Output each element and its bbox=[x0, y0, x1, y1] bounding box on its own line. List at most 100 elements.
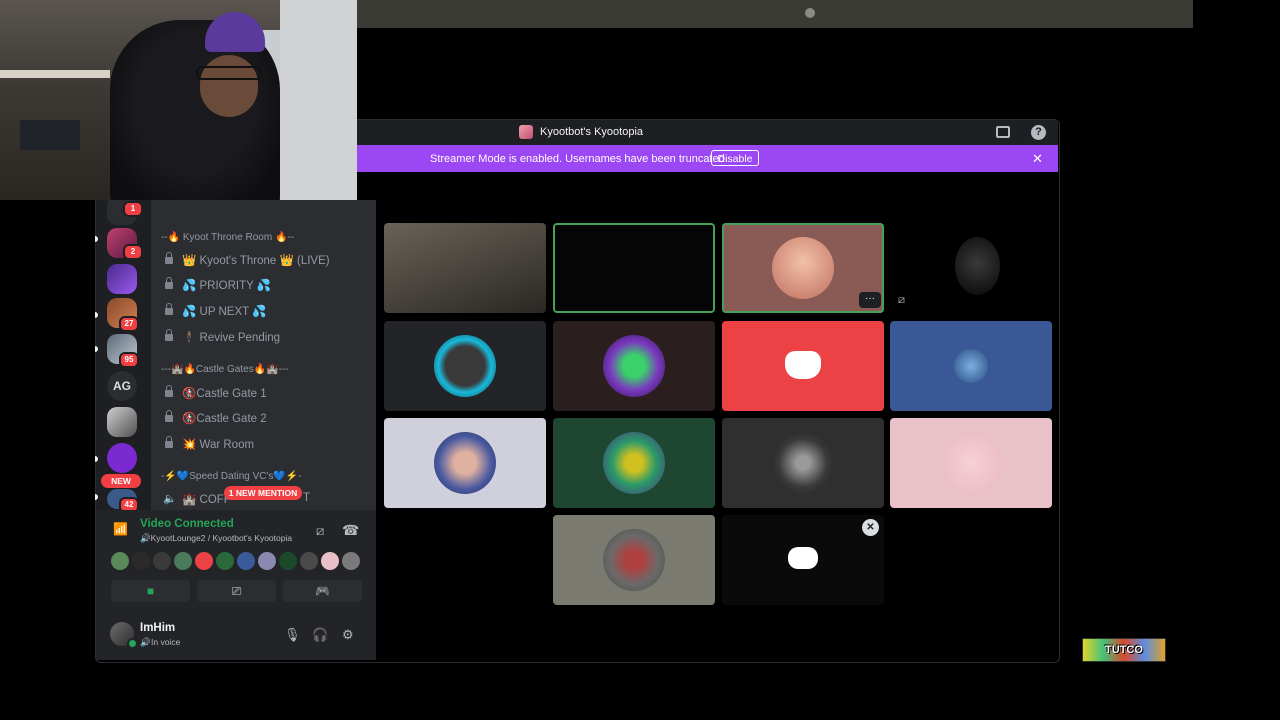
category-header[interactable]: -⚡💙Speed Dating VC's💙⚡- bbox=[161, 471, 302, 482]
user-status: In voice bbox=[151, 637, 181, 647]
monitor bbox=[20, 120, 80, 150]
server-badge: 95 bbox=[119, 352, 139, 368]
noise-suppression-off-icon[interactable]: ⧄ bbox=[316, 523, 324, 539]
discord-logo-icon bbox=[785, 351, 821, 379]
banner-close-icon[interactable]: ✕ bbox=[1032, 151, 1043, 167]
lock-icon bbox=[165, 277, 173, 289]
lock-icon bbox=[165, 252, 173, 264]
user-panel bbox=[96, 616, 376, 660]
server-icon[interactable] bbox=[107, 407, 137, 437]
speaker-icon: 🔈 bbox=[163, 493, 177, 505]
channel-item[interactable]: 🚷Castle Gate 2 bbox=[182, 411, 267, 425]
inbox-icon[interactable] bbox=[996, 126, 1010, 138]
more-options-icon[interactable]: ··· bbox=[859, 292, 881, 308]
participant-avatar[interactable] bbox=[300, 552, 318, 570]
participant-avatar[interactable] bbox=[279, 552, 297, 570]
gamepad-icon bbox=[788, 547, 818, 569]
channel-list bbox=[151, 200, 376, 510]
video-tile-avatar[interactable] bbox=[384, 321, 546, 411]
signal-icon[interactable]: 📶 bbox=[113, 522, 129, 536]
participant-avatar bbox=[772, 237, 834, 299]
participant-avatar[interactable] bbox=[342, 552, 360, 570]
server-icon-text[interactable]: AG bbox=[107, 371, 137, 401]
channel-item[interactable]: 💥 War Room bbox=[182, 437, 254, 451]
server-badge: 2 bbox=[123, 244, 143, 260]
channel-item[interactable]: 💦 PRIORITY 💦 bbox=[182, 278, 271, 292]
video-tile-avatar[interactable] bbox=[553, 321, 715, 411]
muted-icon: ⧄ bbox=[898, 294, 905, 306]
tiger-avatar-icon bbox=[954, 349, 988, 383]
category-header[interactable]: --🔥 Kyoot Throne Room 🔥-- bbox=[161, 232, 294, 243]
lock-icon bbox=[165, 329, 173, 341]
participant-avatar bbox=[940, 432, 1002, 494]
participant-avatar bbox=[955, 237, 1000, 295]
participant-avatar[interactable] bbox=[174, 552, 192, 570]
video-tile-avatar[interactable] bbox=[890, 418, 1052, 508]
lock-icon bbox=[165, 385, 173, 397]
participant-avatar[interactable] bbox=[216, 552, 234, 570]
face bbox=[200, 55, 258, 117]
channel-item-tail: T bbox=[303, 492, 311, 504]
participant-avatar[interactable] bbox=[321, 552, 339, 570]
window-title: Kyootbot's Kyootopia bbox=[540, 126, 644, 138]
wall bbox=[280, 0, 357, 200]
activity-tile[interactable] bbox=[722, 515, 884, 605]
close-icon[interactable]: ✕ bbox=[862, 519, 879, 536]
new-mention-badge[interactable]: 1 NEW MENTION bbox=[224, 486, 302, 500]
video-tile-avatar[interactable] bbox=[722, 418, 884, 508]
channel-item[interactable]: 💦 UP NEXT 💦 bbox=[182, 304, 266, 318]
microphone-icon[interactable]: 🎙 bbox=[284, 627, 301, 643]
server-icon[interactable] bbox=[107, 264, 137, 294]
server-icon bbox=[519, 125, 533, 139]
video-tile-webcam[interactable] bbox=[384, 223, 546, 313]
participant-avatar[interactable] bbox=[153, 552, 171, 570]
channel-item[interactable]: 👑 Kyoot's Throne 👑 (LIVE) bbox=[182, 253, 330, 267]
channel-logo-watermark: TUTCO bbox=[1082, 638, 1166, 662]
video-tile-avatar[interactable] bbox=[722, 321, 884, 411]
help-icon[interactable]: ? bbox=[1031, 125, 1046, 140]
participant-avatar bbox=[434, 335, 496, 397]
voice-indicator-icon: 🔊 bbox=[140, 637, 151, 647]
purple-cap bbox=[205, 12, 265, 52]
voice-location[interactable]: 🔊KyootLounge2 / Kyootbot's Kyootopia bbox=[140, 533, 292, 544]
glasses bbox=[196, 66, 262, 80]
participant-avatar bbox=[434, 432, 496, 494]
lock-icon bbox=[165, 410, 173, 422]
activity-button[interactable]: 🎮 bbox=[283, 580, 362, 602]
banner-text: Streamer Mode is enabled. Usernames have… bbox=[430, 153, 728, 165]
video-tile-avatar[interactable] bbox=[384, 418, 546, 508]
category-header[interactable]: ---🏰🔥Castle Gates🔥🏰--- bbox=[161, 364, 289, 375]
participant-avatar[interactable] bbox=[132, 552, 150, 570]
settings-gear-icon[interactable]: ⚙ bbox=[342, 627, 354, 643]
participant-avatar bbox=[772, 432, 834, 494]
lock-icon bbox=[165, 303, 173, 315]
voice-status[interactable]: Video Connected bbox=[140, 518, 234, 530]
participant-avatar[interactable] bbox=[258, 552, 276, 570]
video-tile-dark[interactable] bbox=[553, 223, 715, 313]
server-badge: 1 bbox=[123, 201, 143, 217]
screen-share-button[interactable]: ⎚ bbox=[197, 580, 276, 602]
username[interactable]: ImHim bbox=[140, 622, 175, 634]
video-tile-no-video[interactable] bbox=[890, 223, 1052, 313]
shelf bbox=[0, 70, 110, 78]
video-tile-avatar[interactable] bbox=[890, 321, 1052, 411]
disable-streamer-mode-button[interactable]: Disable bbox=[711, 150, 759, 166]
participant-avatar[interactable] bbox=[111, 552, 129, 570]
server-badge: 27 bbox=[119, 316, 139, 332]
channel-item[interactable]: 🚷Castle Gate 1 bbox=[182, 386, 267, 400]
participant-avatar bbox=[603, 335, 665, 397]
video-tile-avatar[interactable] bbox=[553, 515, 715, 605]
streamer-webcam-overlay bbox=[0, 0, 357, 200]
participant-avatar bbox=[603, 432, 665, 494]
participant-avatar[interactable] bbox=[237, 552, 255, 570]
new-badge: NEW bbox=[101, 474, 141, 488]
headphones-icon[interactable]: 🎧 bbox=[312, 627, 328, 643]
participant-avatar[interactable] bbox=[195, 552, 213, 570]
video-tile-avatar[interactable] bbox=[553, 418, 715, 508]
disconnect-icon[interactable]: ☎ bbox=[342, 522, 359, 539]
channel-item[interactable]: 🕴 Revive Pending bbox=[182, 330, 280, 344]
camera-button[interactable]: ■ bbox=[111, 580, 190, 602]
title-bar bbox=[357, 120, 1058, 145]
server-icon[interactable] bbox=[107, 443, 137, 473]
camera-icon: ■ bbox=[146, 584, 155, 598]
